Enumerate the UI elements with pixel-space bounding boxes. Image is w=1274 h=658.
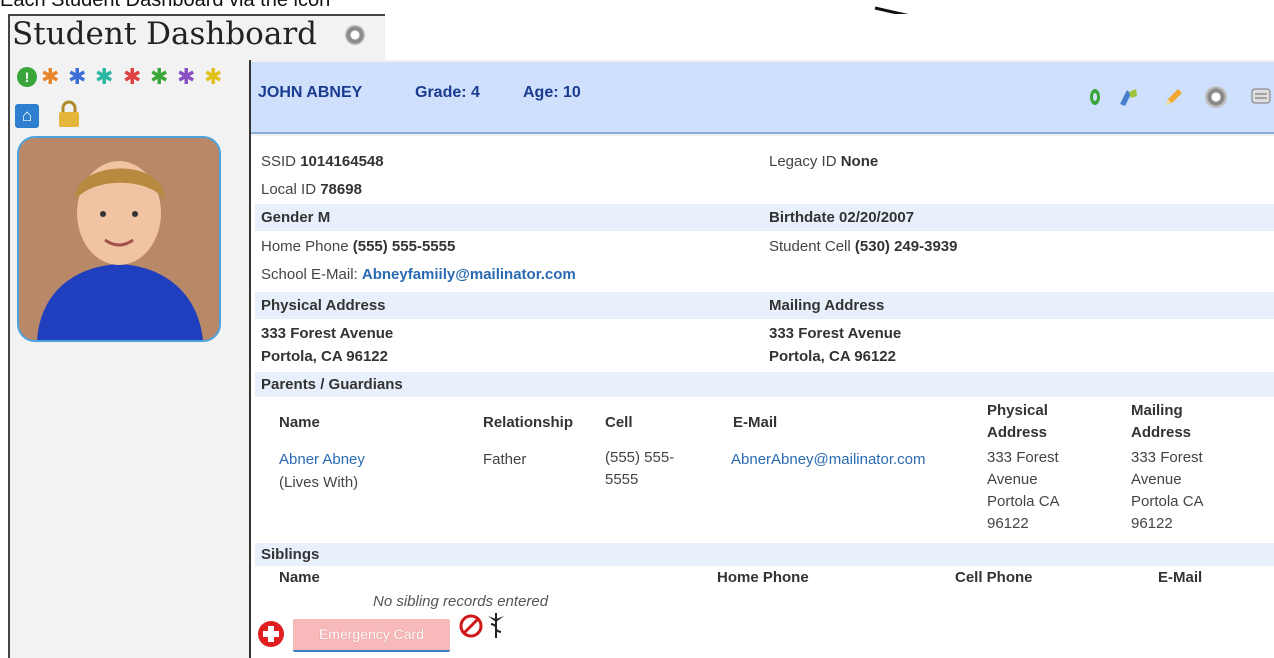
physical-line2: Portola, CA 96122 [261, 348, 388, 365]
medal-icon[interactable] [1084, 86, 1106, 108]
home-icon[interactable]: ⌂ [15, 104, 39, 128]
school-email-link[interactable]: Abneyfamiily@mailinator.com [362, 266, 576, 283]
pencil-icon[interactable] [1163, 86, 1185, 108]
parent-physical: 333 Forest Avenue Portola CA 96122 [987, 449, 1059, 532]
star-icon[interactable]: ✱ [204, 66, 222, 88]
red-cross-icon[interactable] [258, 621, 284, 647]
mailing-line1: 333 Forest Avenue [769, 325, 902, 342]
gear-icon[interactable] [345, 25, 365, 45]
mailing-line2: Portola, CA 96122 [769, 348, 896, 365]
sib-col-home-phone: Home Phone [717, 569, 809, 586]
caption: Each Student Dashboard via the icon [0, 0, 331, 11]
physical-line1: 333 Forest Avenue [261, 325, 394, 342]
toolbar-strip [385, 14, 1274, 60]
page-title: Student Dashboard [12, 16, 317, 52]
star-icon[interactable]: ✱ [41, 66, 59, 88]
star-icon[interactable]: ✱ [150, 66, 168, 88]
star-icon[interactable]: ✱ [95, 66, 113, 88]
gear-icon[interactable] [1205, 86, 1227, 108]
sib-col-cell-phone: Cell Phone [955, 569, 1033, 586]
student-info-icon[interactable] [1117, 86, 1139, 108]
gender-row-band [255, 204, 1274, 231]
school-email: School E-Mail: Abneyfamiily@mailinator.c… [261, 266, 576, 283]
student-name: JOHN ABNEY [258, 84, 363, 101]
physical-address-label: Physical Address [261, 297, 386, 314]
star-icon[interactable]: ✱ [177, 66, 195, 88]
student-grade: Grade: 4 [415, 84, 480, 101]
chat-icon[interactable] [1250, 86, 1272, 108]
parent-email-link[interactable]: AbnerAbney@mailinator.com [731, 451, 926, 468]
parent-name-link[interactable]: Abner Abney [279, 451, 365, 468]
gender: Gender M [261, 209, 331, 226]
parents-section-label: Parents / Guardians [261, 376, 403, 393]
star-icon[interactable]: ✱ [123, 66, 141, 88]
emergency-card-button[interactable]: Emergency Card [293, 619, 450, 652]
parents-band [255, 372, 1274, 397]
sib-col-email: E-Mail [1158, 569, 1203, 586]
star-icon[interactable]: ✱ [68, 66, 86, 88]
no-symbol-icon[interactable] [457, 612, 485, 640]
mailing-address-label: Mailing Address [769, 297, 885, 314]
col-relationship: Relationship [483, 414, 574, 431]
ssid: SSID 1014164548 [261, 153, 384, 170]
address-header-band [255, 292, 1274, 319]
student-age: Age: 10 [523, 84, 581, 101]
lock-icon[interactable] [56, 100, 82, 128]
home-phone: Home Phone (555) 555-5555 [261, 238, 456, 255]
parent-lives-with: (Lives With) [279, 474, 359, 491]
col-mailing: Mailing Address [1131, 402, 1192, 441]
legacy-id: Legacy ID None [769, 153, 879, 170]
local-id: Local ID 78698 [261, 181, 362, 198]
caduceus-icon[interactable] [486, 610, 506, 640]
col-physical: Physical Address [987, 402, 1048, 441]
parent-cell: (555) 555-5555 [605, 449, 675, 488]
siblings-section-label: Siblings [261, 546, 320, 563]
no-siblings-message: No sibling records entered [373, 593, 549, 610]
student-photo [17, 136, 221, 342]
parent-mailing: 333 Forest Avenue Portola CA 96122 [1131, 449, 1203, 532]
col-name: Name [279, 414, 320, 431]
parent-relationship: Father [483, 451, 527, 468]
info-icon[interactable]: ! [17, 67, 37, 87]
siblings-band [255, 543, 1274, 566]
student-cell: Student Cell (530) 249-3939 [769, 238, 958, 255]
sib-col-name: Name [279, 569, 320, 586]
birthdate: Birthdate 02/20/2007 [769, 209, 915, 226]
col-email: E-Mail [733, 414, 778, 431]
col-cell: Cell [605, 414, 633, 431]
